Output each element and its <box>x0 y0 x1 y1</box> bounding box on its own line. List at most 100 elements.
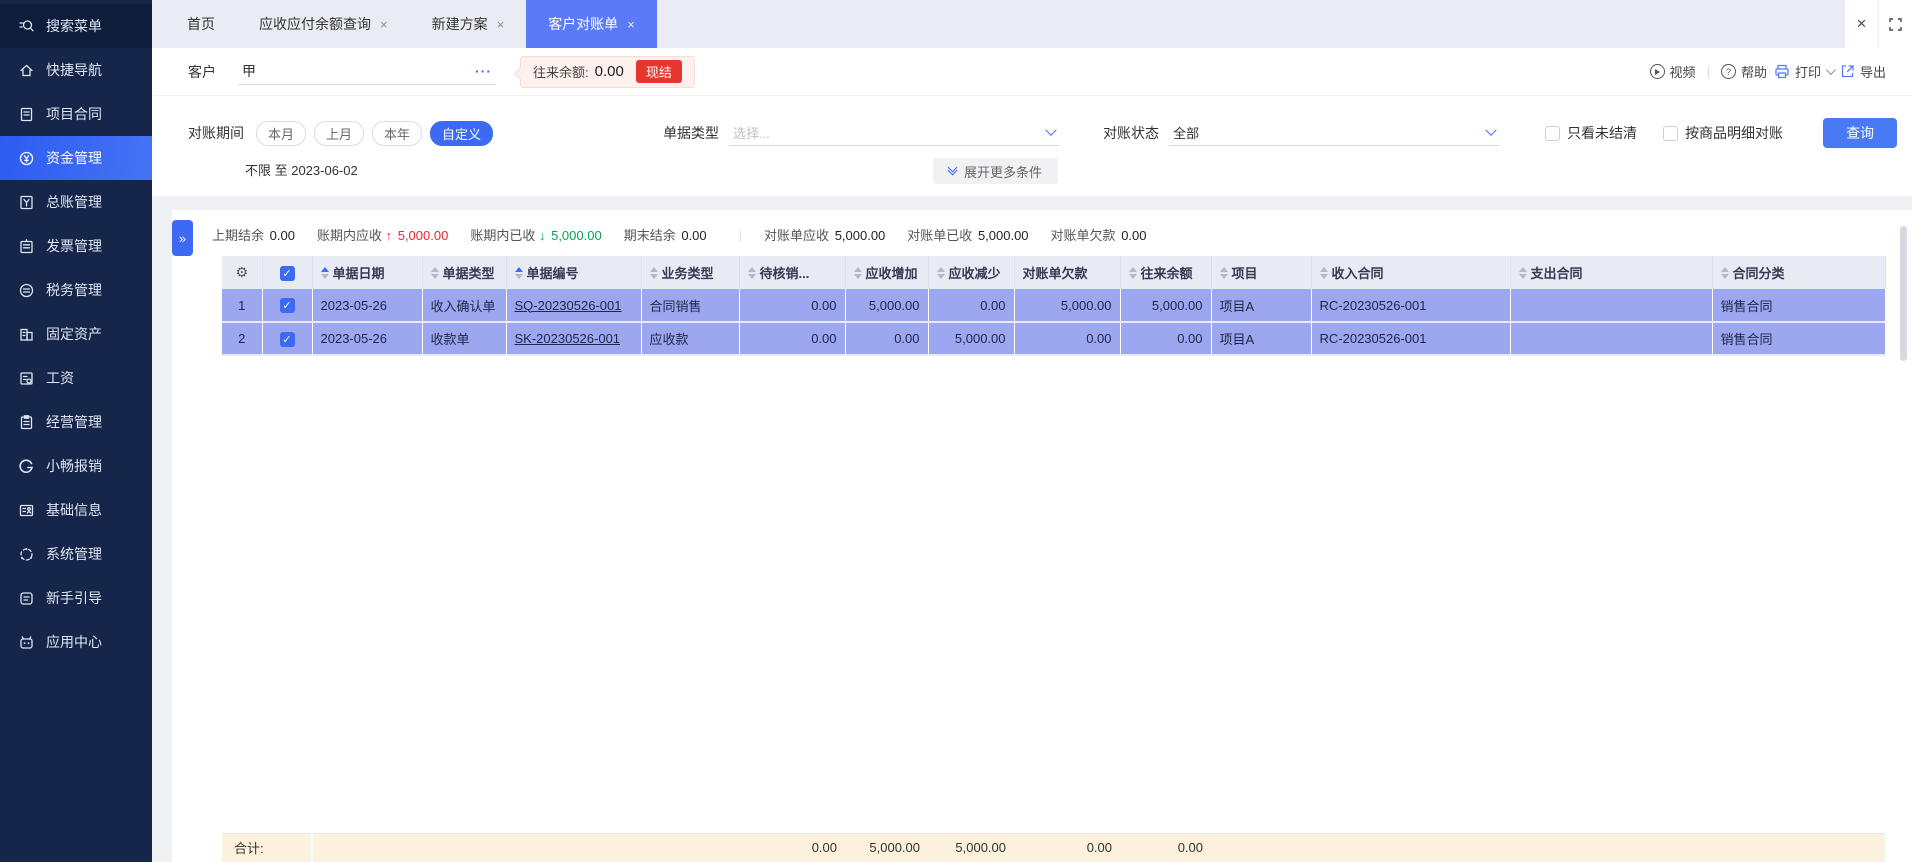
col-date[interactable]: 单据日期 <box>312 256 423 289</box>
help-button[interactable]: ? 帮助 <box>1720 62 1767 81</box>
sort-icon[interactable] <box>1518 266 1527 279</box>
sort-icon[interactable] <box>514 266 523 279</box>
sidebar-item-quick-nav[interactable]: 快捷导航 <box>0 48 152 92</box>
help-label: 帮助 <box>1740 65 1767 80</box>
cell-decrease: 5,000.00 <box>928 322 1015 356</box>
sort-icon[interactable] <box>747 266 756 279</box>
col-expense-contract[interactable]: 支出合同 <box>1510 256 1713 289</box>
doc-number-link[interactable]: SK-20230526-001 <box>515 331 621 346</box>
stmt-received-label: 对账单已收 <box>907 227 973 243</box>
col-decrease[interactable]: 应收减少 <box>928 256 1015 289</box>
cell-date: 2023-05-26 <box>312 289 423 323</box>
col-income-contract[interactable]: 收入合同 <box>1311 256 1511 289</box>
col-biz[interactable]: 业务类型 <box>641 256 740 289</box>
col-owed[interactable]: 对账单欠款 <box>1014 256 1121 289</box>
fullscreen-button[interactable] <box>1878 0 1912 48</box>
panel-expander-button[interactable]: » <box>172 220 193 256</box>
cell-owed: 5,000.00 <box>1014 289 1121 323</box>
by-product-checkbox[interactable]: 按商品明细对账 <box>1663 123 1783 143</box>
cell-expense-contract <box>1510 289 1713 323</box>
doc-type-select[interactable]: 选择... <box>729 120 1060 146</box>
cell-income-contract: RC-20230526-001 <box>1311 289 1511 323</box>
expand-more-button[interactable]: 展开更多条件 <box>933 158 1059 184</box>
tab-customer-statement[interactable]: 客户对账单 × <box>526 0 657 48</box>
vertical-scrollbar[interactable] <box>1900 226 1907 361</box>
sidebar-item-project-contract[interactable]: 项目合同 <box>0 92 152 136</box>
app-center-icon <box>20 635 33 649</box>
video-button[interactable]: 视频 <box>1649 62 1696 81</box>
period-last-month[interactable]: 上月 <box>314 120 365 146</box>
sidebar-item-system-management[interactable]: 系统管理 <box>0 532 152 576</box>
customer-value: 甲 <box>242 63 256 79</box>
col-no[interactable]: 单据编号 <box>506 256 642 289</box>
cell-category: 销售合同 <box>1712 322 1886 356</box>
col-category[interactable]: 合同分类 <box>1712 256 1886 289</box>
cell-date: 2023-05-26 <box>312 322 423 356</box>
column-settings-icon[interactable]: ⚙ <box>235 264 248 280</box>
print-label: 打印 <box>1794 65 1821 80</box>
sidebar-item-tax-management[interactable]: 税务管理 <box>0 268 152 312</box>
sort-icon[interactable] <box>1319 266 1328 279</box>
doc-number-link[interactable]: SQ-20230526-001 <box>515 298 622 313</box>
export-icon <box>1841 65 1854 78</box>
clipboard-icon <box>20 414 33 429</box>
row-checkbox[interactable]: ✓ <box>279 331 295 347</box>
sort-icon[interactable] <box>430 266 439 279</box>
tab-new-plan[interactable]: 新建方案 × <box>410 0 527 48</box>
col-balance[interactable]: 往来余额 <box>1120 256 1212 289</box>
table-row[interactable]: 1 ✓ 2023-05-26 收入确认单 SQ-20230526-001 合同销… <box>222 289 1886 323</box>
print-button[interactable]: 打印 <box>1774 62 1836 81</box>
period-this-year[interactable]: 本年 <box>372 120 423 146</box>
sort-icon[interactable] <box>320 266 329 279</box>
sidebar-item-business-management[interactable]: 经营管理 <box>0 400 152 444</box>
col-project[interactable]: 项目 <box>1211 256 1312 289</box>
sidebar-item-expense-app[interactable]: 小畅报销 <box>0 444 152 488</box>
sort-icon[interactable] <box>649 266 658 279</box>
period-custom[interactable]: 自定义 <box>430 120 494 146</box>
table-row[interactable]: 2 ✓ 2023-05-26 收款单 SK-20230526-001 应收款 0… <box>222 322 1886 356</box>
sidebar-item-app-center[interactable]: 应用中心 <box>0 620 152 664</box>
stmt-receivable-label: 对账单应收 <box>764 227 830 243</box>
tab-balance-query[interactable]: 应收应付余额查询 × <box>237 0 410 48</box>
sort-icon[interactable] <box>853 266 862 279</box>
tab-close-icon[interactable]: × <box>627 17 635 32</box>
col-type[interactable]: 单据类型 <box>422 256 507 289</box>
tab-bar: 首页 应收应付余额查询 × 新建方案 × 客户对账单 × × <box>152 0 1912 48</box>
sidebar-item-fixed-assets[interactable]: 固定资产 <box>0 312 152 356</box>
row-checkbox[interactable]: ✓ <box>279 298 295 313</box>
sidebar-item-search-menu[interactable]: 搜索菜单 <box>0 4 152 48</box>
tab-close-icon[interactable]: × <box>497 17 505 32</box>
col-increase[interactable]: 应收增加 <box>845 256 929 289</box>
sidebar-item-newbie-guide[interactable]: 新手引导 <box>0 576 152 620</box>
only-unsettled-checkbox[interactable]: 只看未结清 <box>1545 123 1637 143</box>
select-all-checkbox[interactable]: ✓ <box>279 265 295 281</box>
tab-home[interactable]: 首页 <box>165 0 237 48</box>
sidebar-item-label: 资金管理 <box>46 150 102 166</box>
sidebar-item-invoice-management[interactable]: 发票管理 <box>0 224 152 268</box>
sort-icon[interactable] <box>1128 266 1137 279</box>
query-button[interactable]: 查询 <box>1823 118 1898 148</box>
sort-icon[interactable] <box>936 266 945 279</box>
checkbox-icon[interactable] <box>1663 125 1679 141</box>
sort-icon[interactable] <box>1720 266 1729 279</box>
period-receivable-value: 5,000.00 <box>397 227 449 243</box>
more-options-icon[interactable]: ··· <box>475 63 492 79</box>
sidebar-item-salary[interactable]: 工资 <box>0 356 152 400</box>
export-button[interactable]: 导出 <box>1840 62 1886 81</box>
cell-balance: 5,000.00 <box>1120 289 1212 323</box>
sidebar-item-general-ledger[interactable]: 总账管理 <box>0 180 152 224</box>
sidebar-item-funds-management[interactable]: 资金管理 <box>0 136 152 180</box>
tab-close-icon[interactable]: × <box>380 17 388 32</box>
close-window-button[interactable]: × <box>1844 0 1878 48</box>
sidebar-item-base-info[interactable]: 基础信息 <box>0 488 152 532</box>
chevron-down-icon[interactable] <box>1825 65 1836 76</box>
sort-icon[interactable] <box>1219 266 1228 279</box>
col-pending[interactable]: 待核销... <box>739 256 846 289</box>
status-select[interactable]: 全部 <box>1169 120 1500 146</box>
customer-input[interactable]: 甲 ··· <box>238 58 496 85</box>
cell-balance: 0.00 <box>1120 322 1212 356</box>
checkbox-icon[interactable] <box>1545 125 1561 141</box>
period-this-month[interactable]: 本月 <box>256 120 307 146</box>
cell-category: 销售合同 <box>1712 289 1886 323</box>
expand-more-label: 展开更多条件 <box>964 164 1043 180</box>
